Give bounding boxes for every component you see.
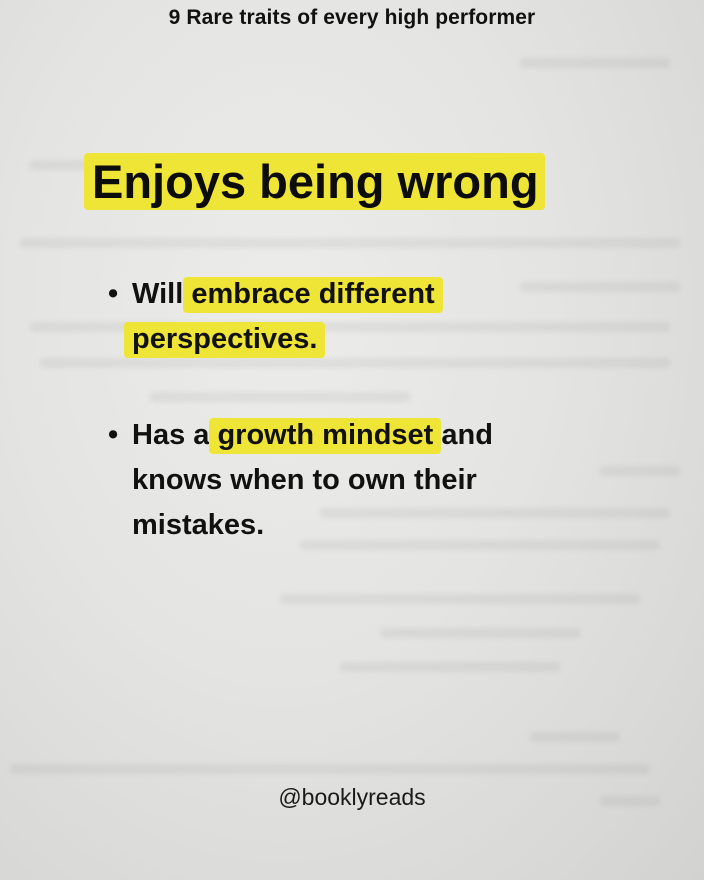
- bullet-text-before: Has a: [132, 419, 218, 451]
- bullet-dot: •: [108, 278, 119, 310]
- bullet-item: • Will embrace different perspectives.: [108, 272, 578, 362]
- bullet-text: Has a growth mindset and knows when to o…: [132, 413, 578, 548]
- bullet-text: Will embrace different perspectives.: [124, 272, 578, 362]
- paper-texture: [20, 238, 680, 248]
- bullet-item: • Has a growth mindset and knows when to…: [108, 413, 578, 548]
- paper-texture: [280, 594, 640, 604]
- paper-texture: [150, 392, 410, 402]
- paper-texture: [10, 764, 650, 774]
- paper-texture: [530, 732, 620, 742]
- paper-texture: [520, 58, 670, 68]
- bullet-dot: •: [108, 419, 119, 451]
- title-highlight: Enjoys being wrong: [84, 153, 545, 210]
- page-title: Enjoys being wrong: [84, 150, 650, 214]
- paper-texture: [380, 628, 580, 638]
- paper-texture: [600, 466, 680, 476]
- series-header: 9 Rare traits of every high performer: [168, 6, 536, 29]
- bullet-text-highlight: growth mindset: [209, 418, 442, 454]
- author-handle: @booklyreads: [278, 784, 426, 810]
- paper-texture: [340, 662, 560, 672]
- page: { "header": { "text": "9 Rare traits of …: [0, 0, 704, 880]
